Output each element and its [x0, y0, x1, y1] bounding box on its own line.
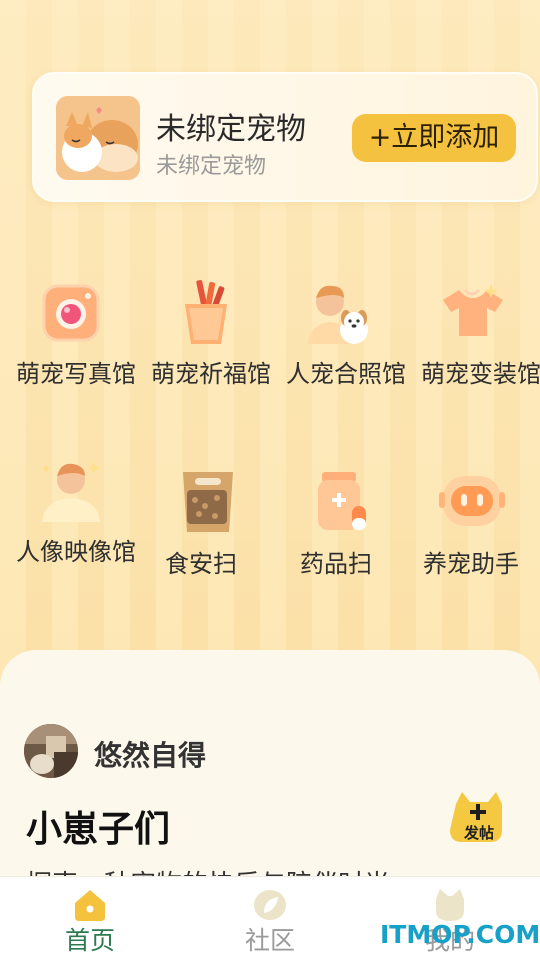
grid-item-medicine-scan[interactable]: 药品扫 [286, 466, 416, 586]
grid-item-label: 食安扫 [165, 550, 237, 578]
post-author-name[interactable]: 悠然自得 [94, 734, 206, 774]
grid-item-person-pet-photo[interactable]: 人宠合照馆 [286, 278, 416, 418]
tab-community[interactable]: 社区 [210, 877, 330, 960]
medicine-icon [308, 466, 378, 536]
person-dog-icon [304, 278, 374, 348]
create-post-button[interactable]: 发帖 [450, 788, 508, 846]
camera-icon [36, 278, 106, 348]
grid-item-label: 人像映像馆 [16, 538, 136, 566]
grid-item-pet-costume[interactable]: 萌宠变装馆 [421, 278, 540, 418]
pet-binding-card[interactable]: 未绑定宠物 未绑定宠物 +立即添加 [32, 72, 538, 202]
grid-item-label: 萌宠写真馆 [16, 360, 136, 388]
pet-avatar-image [56, 96, 140, 180]
tab-home[interactable]: 首页 [30, 877, 150, 960]
grid-item-label: 萌宠祈福馆 [151, 360, 271, 388]
cat-face-icon [436, 889, 464, 921]
grid-item-pet-assistant[interactable]: 养宠助手 [421, 466, 540, 586]
robot-icon [437, 466, 507, 536]
tab-community-label: 社区 [244, 926, 295, 955]
grid-item-pet-blessing[interactable]: 萌宠祈福馆 [151, 278, 281, 418]
post-title[interactable]: 小崽子们 [26, 800, 170, 852]
watermark: ITMOP.COM [380, 920, 540, 949]
incense-icon [171, 278, 241, 348]
grid-item-label: 萌宠变装馆 [421, 360, 540, 388]
grid-item-pet-photo[interactable]: 萌宠写真馆 [16, 278, 146, 418]
leaf-icon [254, 890, 286, 920]
grid-item-label: 药品扫 [300, 550, 372, 578]
food-bag-icon [173, 466, 243, 536]
add-pet-button[interactable]: +立即添加 [352, 114, 516, 162]
create-post-label: 发帖 [463, 824, 494, 842]
grid-item-label: 养宠助手 [423, 550, 519, 578]
shirt-icon [437, 278, 507, 348]
home-icon [75, 890, 105, 921]
avatar[interactable] [24, 724, 78, 778]
grid-item-label: 人宠合照馆 [286, 360, 406, 388]
person-icon [36, 456, 106, 526]
grid-item-food-scan[interactable]: 食安扫 [151, 466, 281, 586]
tab-home-label: 首页 [64, 926, 115, 955]
pet-card-subtitle: 未绑定宠物 [156, 154, 267, 179]
grid-item-portrait[interactable]: 人像映像馆 [16, 456, 146, 596]
pet-card-title: 未绑定宠物 [156, 112, 306, 147]
